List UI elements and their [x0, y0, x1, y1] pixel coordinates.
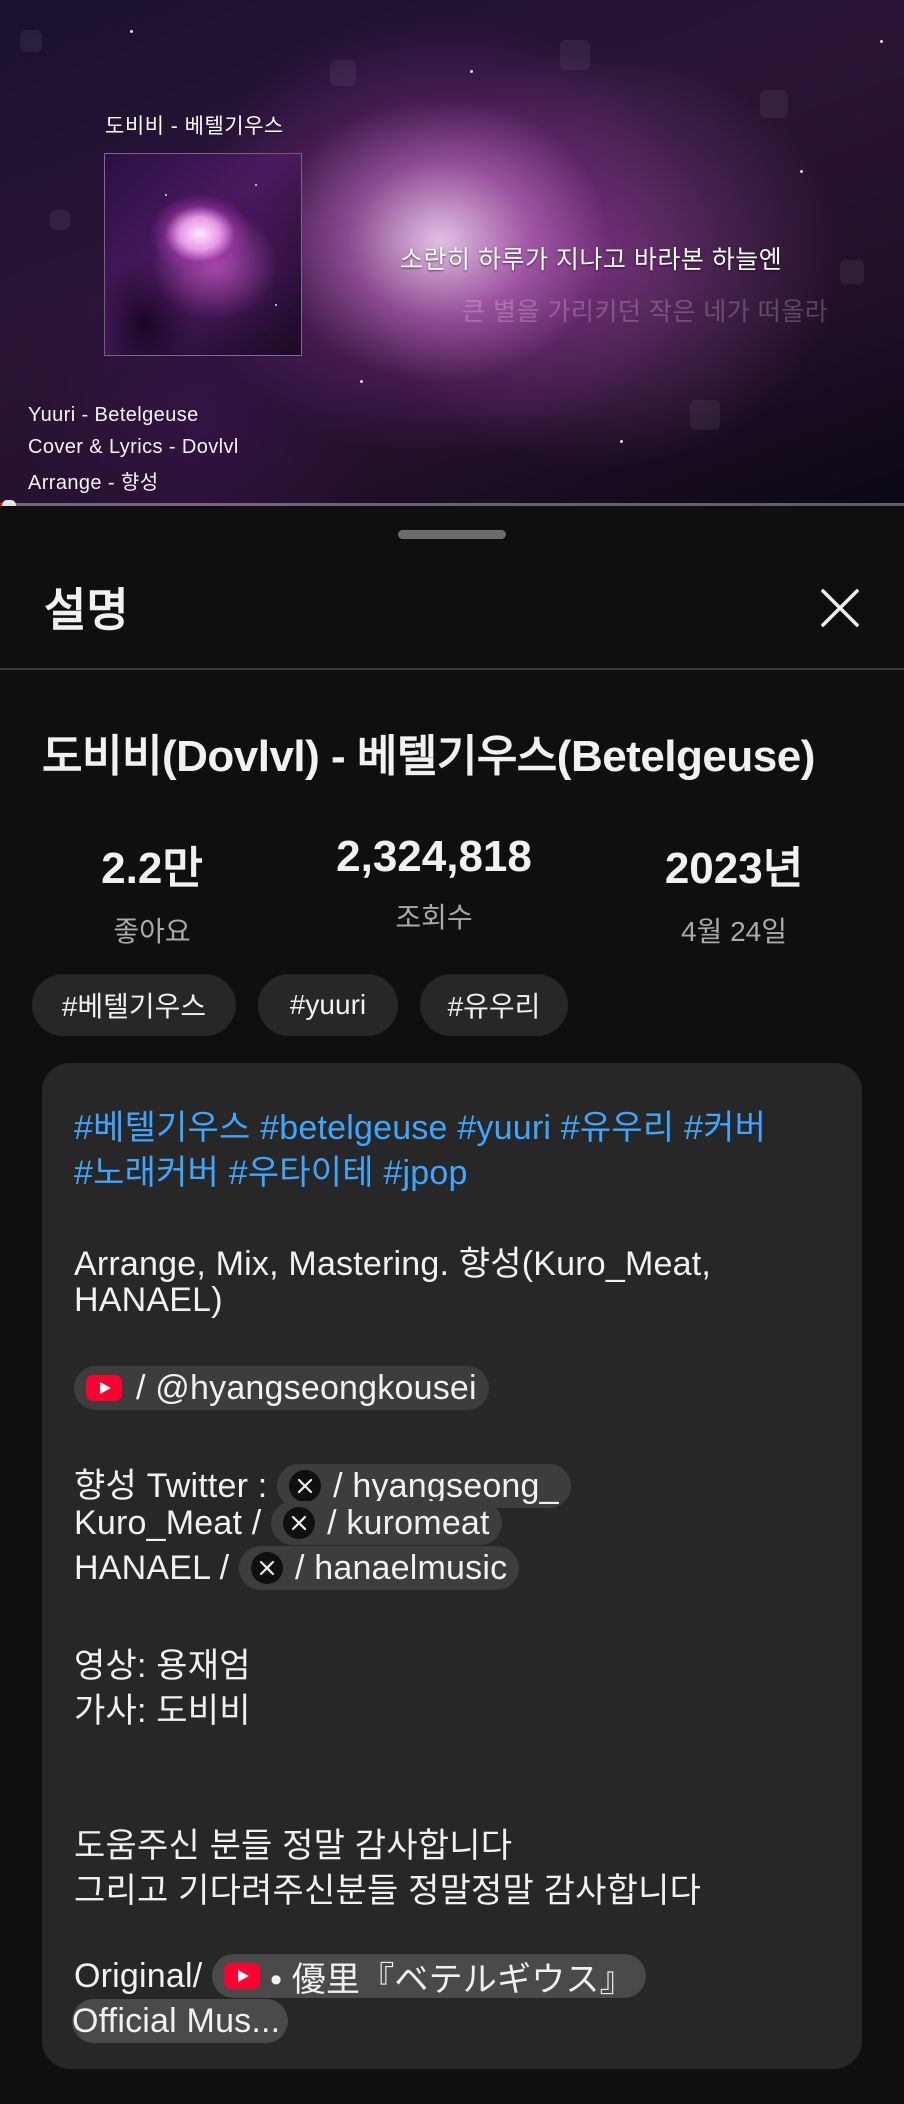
stat-views: 2,324,818 조회수: [314, 832, 554, 936]
hashtag-chip[interactable]: #yuuri: [258, 974, 398, 1036]
bokeh: [690, 400, 720, 430]
drag-handle[interactable]: [398, 530, 506, 539]
video-credit-song: Yuuri - Betelgeuse: [28, 404, 199, 426]
description-lyrics-credit: 가사: 도비비: [74, 1692, 251, 1730]
progress-scrubber[interactable]: [2, 500, 16, 506]
description-youtube-line: / @hyangseongkousei: [74, 1366, 489, 1412]
hashtag-link[interactable]: #yuuri: [457, 1109, 551, 1147]
description-hashtags-line-1: #베텔기우스 #betelgeuse #yuuri #유우리 #커버: [74, 1100, 766, 1149]
star: [130, 30, 133, 33]
description-credits-line-2: HANAEL): [74, 1281, 223, 1319]
stat-likes-label: 좋아요: [113, 916, 191, 947]
twitter-link[interactable]: / kuromeat: [271, 1501, 502, 1545]
description-thanks-1: 도움주신 분들 정말 감사합니다: [74, 1827, 513, 1865]
bokeh: [20, 30, 42, 52]
video-credit-cover: Cover & Lyrics - Dovlvl: [28, 436, 239, 458]
hashtag-link[interactable]: #우타이테: [229, 1154, 374, 1192]
hashtag-link[interactable]: #jpop: [383, 1154, 467, 1192]
close-button[interactable]: [812, 580, 868, 636]
x-icon: [289, 1470, 322, 1503]
youtube-icon: [86, 1375, 122, 1401]
twitter-handle: / kuromeat: [327, 1503, 490, 1542]
video-overlay-title: 도비비 - 베텔기우스: [105, 115, 284, 138]
video-player[interactable]: 도비비 - 베텔기우스 소란히 하루가 지나고 바라본 하늘엔 큰 별을 가리키…: [0, 0, 904, 506]
description-original-line-2: Official Mus...: [72, 1999, 289, 2045]
original-video-link-cont[interactable]: Official Mus...: [72, 1999, 289, 2043]
bokeh: [840, 260, 864, 284]
star: [275, 304, 277, 306]
star: [470, 70, 473, 73]
hashtag-link[interactable]: #커버: [684, 1109, 766, 1147]
original-prefix: Original/: [74, 1956, 213, 1995]
youtube-icon: [224, 1963, 261, 1989]
description-thanks-2: 그리고 기다려주신분들 정말정말 감사합니다: [74, 1872, 702, 1910]
progress-bar[interactable]: [0, 500, 904, 506]
description-credits-line-1: Arrange, Mix, Mastering. 향성(Kuro_Meat,: [74, 1245, 712, 1283]
star: [360, 380, 363, 383]
description-sheet: 설명 도비비(Dovlvl) - 베텔기우스(Betelgeuse) 2.2만 …: [0, 508, 904, 2104]
description-video-credit: 영상: 용재엄: [74, 1647, 251, 1685]
hashtag-link[interactable]: #유우리: [561, 1109, 675, 1147]
star: [800, 170, 803, 173]
description-hashtags-line-2: #노래커버 #우타이테 #jpop: [74, 1145, 468, 1194]
lyric-next: 큰 별을 가리키던 작은 네가 떠올라: [462, 298, 829, 326]
twitter-prefix: Kuro_Meat /: [74, 1503, 272, 1542]
youtube-channel-handle: / @hyangseongkousei: [136, 1368, 477, 1407]
bokeh: [760, 90, 788, 118]
twitter-prefix: 향성 Twitter :: [74, 1467, 278, 1505]
description-twitter-line-3: HANAEL / / hanaelmusic: [74, 1546, 520, 1592]
bokeh: [50, 210, 70, 230]
sheet-title: 설명: [44, 584, 129, 636]
hashtag-chip[interactable]: #베텔기우스: [32, 974, 236, 1036]
original-video-title: • 優里『ベテルギウス』: [270, 1960, 634, 1999]
stat-date: 2023년 4월 24일: [634, 832, 834, 950]
stat-date-year: 2023년: [664, 844, 804, 893]
hashtag-link[interactable]: #노래커버: [74, 1154, 219, 1192]
bokeh: [330, 60, 356, 86]
divider: [0, 668, 904, 670]
youtube-channel-link[interactable]: / @hyangseongkousei: [74, 1366, 489, 1410]
star: [255, 184, 257, 186]
original-video-title-cont: Official Mus...: [72, 2001, 281, 2040]
video-credit-arrange: Arrange - 향성: [28, 472, 159, 494]
stat-likes: 2.2만 좋아요: [72, 832, 232, 950]
twitter-prefix: HANAEL /: [74, 1548, 239, 1587]
hashtag-link[interactable]: #베텔기우스: [74, 1109, 251, 1147]
stat-views-label: 조회수: [395, 902, 473, 933]
twitter-handle: / hanaelmusic: [294, 1548, 508, 1587]
description-twitter-line-2: Kuro_Meat / / kuromeat: [74, 1501, 502, 1547]
bokeh: [560, 40, 590, 70]
stat-likes-value: 2.2만: [101, 844, 203, 893]
close-icon: [821, 589, 859, 627]
stat-views-value: 2,324,818: [336, 832, 532, 881]
star: [620, 440, 623, 443]
hashtag-link[interactable]: #betelgeuse: [260, 1109, 447, 1147]
hashtag-chip[interactable]: #유우리: [420, 974, 568, 1036]
x-icon: [250, 1552, 283, 1584]
cover-art: [104, 153, 302, 356]
star: [165, 194, 167, 196]
twitter-link[interactable]: / hanaelmusic: [238, 1546, 520, 1590]
x-icon: [283, 1507, 316, 1539]
description-original-line: Original/ • 優里『ベテルギウス』: [74, 1954, 646, 2000]
original-video-link[interactable]: • 優里『ベテルギウス』: [212, 1954, 646, 1999]
video-title: 도비비(Dovlvl) - 베텔기우스(Betelgeuse): [42, 732, 815, 781]
star: [880, 40, 883, 43]
stat-date-day: 4월 24일: [680, 916, 788, 947]
lyric-current: 소란히 하루가 지나고 바라본 하늘엔: [400, 246, 783, 274]
twitter-handle: / hyangseong_: [333, 1466, 559, 1505]
